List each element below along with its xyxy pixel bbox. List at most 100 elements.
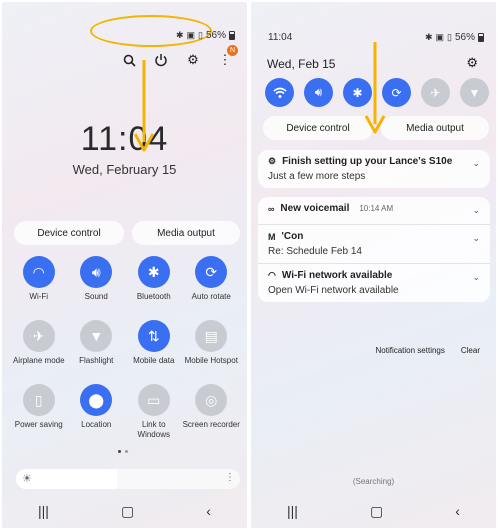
quick-tile-label: Mobile Hotspot	[184, 356, 238, 365]
chevron-down-icon[interactable]: ⌄	[472, 233, 480, 244]
page-dot	[118, 450, 121, 453]
device-control-button[interactable]: Device control	[14, 221, 124, 245]
location-icon[interactable]: ⬤	[80, 384, 113, 416]
navigation-bar: ||| ▢ ‹	[251, 503, 496, 520]
media-output-button[interactable]: Media output	[132, 221, 240, 245]
wifi-icon[interactable]: ◠	[22, 256, 55, 288]
quick-tile-label: Location	[81, 420, 112, 429]
quick-tile[interactable]: ✈ Airplane mode	[10, 320, 68, 376]
back-icon[interactable]: ‹	[455, 503, 460, 520]
quick-tile[interactable]: ▼ Flashlight	[68, 320, 126, 376]
quick-tile[interactable]: 🔊︎ Sound	[68, 256, 126, 312]
clock: 11:04	[80, 120, 169, 158]
chevron-down-icon[interactable]: ⌄	[472, 272, 480, 283]
device-media-row: Device control Media output	[14, 221, 240, 245]
nfc-status-icon: ▣	[435, 32, 445, 42]
notification-item[interactable]: M 'Con Re: Schedule Feb 14 ⌄	[258, 224, 490, 263]
notification-item[interactable]: ∞ New voicemail 10:14 AM ⌄	[258, 197, 490, 224]
sun-icon: ☀	[22, 473, 32, 485]
quick-tile[interactable]: ◠ Wi-Fi	[10, 256, 68, 312]
battery-icon	[229, 31, 235, 40]
notification-settings-button[interactable]: Notification settings	[376, 346, 445, 355]
quick-tile[interactable]: ▤ Mobile Hotspot	[183, 320, 241, 376]
chevron-down-icon[interactable]: ⌄	[472, 205, 480, 216]
quick-tile[interactable]: ▭ Link to Windows	[125, 384, 183, 440]
searching-text: (Searching)	[352, 477, 395, 486]
screenshot-comparison: ✱ ▣ ▯ 56% ⚙ ⋮ N 11:04 Wed, February 15 D…	[0, 0, 498, 532]
airplane-icon[interactable]: ✈	[421, 78, 450, 107]
setup-notification[interactable]: ⚙ Finish setting up your Lance's S10e Jus…	[258, 150, 490, 188]
link-windows-icon[interactable]: ▭	[137, 384, 170, 416]
bluetooth-status-icon: ✱	[424, 32, 433, 42]
setup-title: Finish setting up your Lance's S10e	[282, 156, 453, 167]
quick-tile[interactable]: ▯ Power saving	[10, 384, 68, 440]
notification-title: 'Con	[281, 231, 304, 242]
auto-rotate-icon[interactable]: ⟳	[195, 256, 228, 288]
quick-tile-label: Sound	[84, 292, 108, 301]
notification-subtitle: Re: Schedule Feb 14	[268, 246, 362, 257]
quick-panel-expanded: ✱ ▣ ▯ 56% ⚙ ⋮ N 11:04 Wed, February 15 D…	[2, 2, 247, 528]
quick-tile[interactable]: ◎ Screen recorder	[183, 384, 241, 440]
setup-subtitle: Just a few more steps	[268, 171, 366, 182]
quick-tile[interactable]: ⬤ Location	[68, 384, 126, 440]
bluetooth-status-icon: ✱	[175, 30, 184, 40]
notification-list: ∞ New voicemail 10:14 AM ⌄ M 'Con Re: Schedule…	[258, 197, 490, 302]
notification-time: 10:14 AM	[359, 204, 394, 213]
battery-percent: 56%	[454, 32, 475, 43]
quick-tile-label: Bluetooth	[136, 292, 171, 301]
notification-title: New voicemail	[280, 203, 350, 214]
notification-item[interactable]: ◠ Wi-Fi network available Open Wi-Fi netwo…	[258, 263, 490, 302]
vibrate-status-icon: ▯	[198, 30, 203, 40]
page-indicator	[118, 450, 128, 453]
wifi-icon[interactable]	[265, 78, 294, 107]
notification-actions: Notification settings Clear	[376, 346, 481, 355]
vibrate-status-icon: ▯	[447, 32, 452, 42]
quick-settings-grid: ◠ Wi-Fi 🔊︎ Sound ✱ Bluetooth ⟳ Auto rotate ✈ Airp…	[10, 256, 240, 440]
shade-date: Wed, Feb 15	[267, 57, 336, 71]
status-bar: ✱ ▣ ▯ 56%	[176, 30, 235, 41]
hotspot-icon[interactable]: ▤	[195, 320, 228, 352]
quick-tile-label: Link to Windows	[137, 420, 170, 439]
quick-tile-label: Screen recorder	[182, 420, 240, 429]
quick-tile-label: Power saving	[14, 420, 63, 429]
quick-tile[interactable]: ⟳ Auto rotate	[183, 256, 241, 312]
quick-tile-label: Airplane mode	[12, 356, 65, 365]
screen-recorder-icon[interactable]: ◎	[195, 384, 228, 416]
clear-button[interactable]: Clear	[461, 346, 480, 355]
sound-icon[interactable]: 🔊︎	[80, 256, 113, 288]
down-arrow-annotation	[133, 60, 155, 152]
mobile-data-icon[interactable]: ⇅	[137, 320, 170, 352]
status-time: 11:04	[268, 32, 293, 43]
quick-tile-label: Mobile data	[133, 356, 175, 365]
bluetooth-icon[interactable]: ✱	[137, 256, 170, 288]
brightness-slider[interactable]: ☀ ⋮	[16, 469, 240, 489]
flashlight-icon[interactable]: ▼	[460, 78, 489, 107]
battery-icon	[478, 33, 484, 42]
airplane-icon[interactable]: ✈	[22, 320, 55, 352]
settings-gear-icon[interactable]: ⚙	[466, 55, 478, 71]
battery-percent: 56%	[205, 30, 226, 41]
home-icon[interactable]: ▢	[370, 503, 383, 520]
chevron-down-icon[interactable]: ⌄	[472, 158, 480, 169]
gmail-icon: M	[268, 231, 276, 242]
page-dot	[125, 450, 128, 453]
notification-badge: N	[227, 45, 238, 56]
back-icon[interactable]: ‹	[206, 503, 211, 520]
sound-icon[interactable]: 🔊︎	[304, 78, 333, 107]
quick-tile-label: Wi-Fi	[29, 292, 49, 301]
device-control-button[interactable]: Device control	[263, 116, 373, 140]
flashlight-icon[interactable]: ▼	[80, 320, 113, 352]
wifi-icon: ◠	[268, 270, 276, 280]
media-output-button[interactable]: Media output	[381, 116, 489, 140]
settings-gear-icon[interactable]: ⚙	[185, 52, 201, 68]
recents-icon[interactable]: |||	[287, 503, 298, 520]
brightness-more-icon[interactable]: ⋮	[225, 472, 235, 483]
notification-title: Wi-Fi network available	[281, 270, 393, 281]
recents-icon[interactable]: |||	[38, 503, 49, 520]
quick-tile[interactable]: ⇅ Mobile data	[125, 320, 183, 376]
gear-small-icon: ⚙	[268, 156, 277, 166]
quick-tile[interactable]: ✱ Bluetooth	[125, 256, 183, 312]
setup-item[interactable]: ⚙ Finish setting up your Lance's S10e Jus…	[258, 150, 490, 188]
home-icon[interactable]: ▢	[121, 503, 134, 520]
power-saving-icon[interactable]: ▯	[22, 384, 55, 416]
